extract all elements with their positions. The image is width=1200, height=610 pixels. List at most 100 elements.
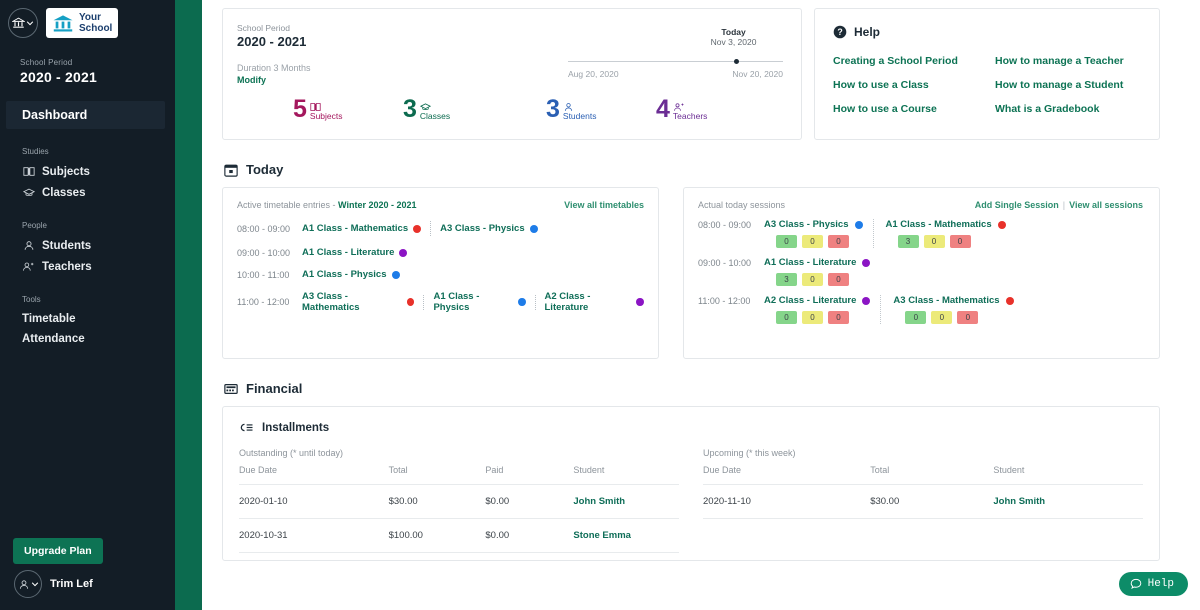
help-link[interactable]: What is a Gradebook — [995, 103, 1141, 115]
timetable-entry[interactable]: A1 Class - Physics — [433, 291, 525, 313]
help-link[interactable]: How to use a Class — [833, 79, 995, 91]
upgrade-plan-button[interactable]: Upgrade Plan — [13, 538, 103, 564]
outstanding-table: Due Date Total Paid Student 2020-01-10 $… — [239, 465, 679, 553]
timetable-entry-name[interactable]: A2 Class - Literature — [545, 291, 632, 313]
help-link[interactable]: How to manage a Student — [995, 79, 1141, 91]
accent-strip — [175, 0, 202, 610]
user-menu[interactable]: Trim Lef — [14, 570, 93, 598]
session-name[interactable]: A2 Class - Literature — [764, 295, 856, 306]
timetable-entry[interactable]: A3 Class - Mathematics — [302, 291, 414, 313]
session-name[interactable]: A1 Class - Literature — [764, 257, 856, 268]
session-row: 08:00 - 09:00 A3 Class - Physics 0 0 0 — [698, 219, 1143, 248]
timetable-row: 10:00 - 11:00 A1 Class - Physics — [237, 269, 644, 280]
subject-color-dot — [1006, 297, 1014, 305]
timetable-entry-name[interactable]: A1 Class - Literature — [302, 247, 394, 258]
timetable-entry-name[interactable]: A3 Class - Physics — [440, 223, 525, 234]
person-icon — [18, 579, 30, 590]
help-link[interactable]: How to use a Course — [833, 103, 995, 115]
cell-student[interactable]: John Smith — [573, 485, 679, 519]
cell-student[interactable]: Stone Emma — [573, 519, 679, 553]
stat-students[interactable]: 3 Students — [546, 97, 656, 121]
modify-period-link[interactable]: Modify — [237, 75, 783, 85]
avatar[interactable] — [14, 570, 42, 598]
session-group: A1 Class - Mathematics 3 0 0 — [886, 219, 1006, 248]
view-all-sessions-link[interactable]: View all sessions — [1069, 200, 1143, 210]
school-switcher-button[interactable] — [8, 8, 38, 38]
sidebar-item-timetable[interactable]: Timetable — [0, 309, 175, 329]
session-name[interactable]: A3 Class - Physics — [764, 219, 849, 230]
sidebar-item-label: Teachers — [42, 261, 92, 273]
session-name[interactable]: A1 Class - Mathematics — [886, 219, 992, 230]
chevron-down-icon — [31, 580, 39, 588]
table-header-row: Due Date Total Paid Student — [239, 465, 679, 485]
attendance-absent-badge[interactable]: 0 — [950, 235, 971, 248]
timetable-entry-name[interactable]: A1 Class - Mathematics — [302, 223, 408, 234]
attendance-late-badge[interactable]: 0 — [802, 273, 823, 286]
timetable-entry-name[interactable]: A3 Class - Mathematics — [302, 291, 402, 313]
user-name: Trim Lef — [50, 578, 93, 590]
add-single-session-link[interactable]: Add Single Session — [975, 200, 1059, 210]
timeline-start-date: Aug 20, 2020 — [568, 69, 619, 79]
attendance-present-badge[interactable]: 0 — [776, 311, 797, 324]
attendance-absent-badge[interactable]: 0 — [957, 311, 978, 324]
stat-label: Classes — [420, 111, 450, 121]
help-fab-button[interactable]: Help — [1119, 572, 1188, 596]
attendance-present-badge[interactable]: 3 — [776, 273, 797, 286]
book-icon — [310, 99, 343, 110]
timetable-card-label: Active timetable entries - Winter 2020 -… — [237, 200, 417, 210]
column-header-due-date: Due Date — [239, 465, 389, 485]
period-value: 2020 - 2021 — [237, 34, 783, 49]
sidebar-item-teachers[interactable]: Teachers — [0, 256, 175, 277]
attendance-absent-badge[interactable]: 0 — [828, 311, 849, 324]
sidebar-item-dashboard[interactable]: Dashboard — [6, 101, 165, 129]
timetable-entry-name[interactable]: A1 Class - Physics — [302, 269, 387, 280]
session-row: 11:00 - 12:00 A2 Class - Literature 0 0 … — [698, 295, 1143, 324]
sidebar-item-students[interactable]: Students — [0, 235, 175, 256]
chevron-down-icon — [26, 19, 34, 27]
attendance-present-badge[interactable]: 3 — [898, 235, 919, 248]
timetable-entry[interactable]: A1 Class - Physics — [302, 269, 400, 280]
school-logo[interactable]: Your School — [46, 8, 118, 38]
view-all-timetables-link[interactable]: View all timetables — [564, 200, 644, 210]
stat-classes[interactable]: 3 Classes — [403, 97, 546, 121]
timetable-label-prefix: Active timetable entries - — [237, 200, 338, 210]
attendance-present-badge[interactable]: 0 — [905, 311, 926, 324]
attendance-badges: 0 0 0 — [764, 235, 863, 248]
attendance-late-badge[interactable]: 0 — [931, 311, 952, 324]
attendance-late-badge[interactable]: 0 — [802, 311, 823, 324]
help-link[interactable]: How to manage a Teacher — [995, 55, 1141, 67]
stat-teachers[interactable]: 4 Teachers — [656, 97, 707, 121]
help-fab-label: Help — [1148, 578, 1174, 590]
timetable-row: 11:00 - 12:00 A3 Class - Mathematics A1 … — [237, 291, 644, 313]
cell-due-date: 2020-11-10 — [703, 485, 870, 519]
sidebar-item-attendance[interactable]: Attendance — [0, 329, 175, 349]
bank-columns-icon — [12, 17, 25, 29]
question-circle-icon: ? — [833, 25, 847, 39]
timetable-entry[interactable]: A2 Class - Literature — [545, 291, 645, 313]
sidebar-item-classes[interactable]: Classes — [0, 182, 175, 203]
stat-subjects[interactable]: 5 Subjects — [293, 97, 403, 121]
column-header-due-date: Due Date — [703, 465, 870, 485]
attendance-late-badge[interactable]: 0 — [802, 235, 823, 248]
timetable-entry[interactable]: A1 Class - Literature — [302, 247, 407, 258]
sidebar-item-subjects[interactable]: Subjects — [0, 161, 175, 182]
upcoming-table: Due Date Total Student 2020-11-10 $30.00… — [703, 465, 1143, 519]
cell-student[interactable]: John Smith — [993, 485, 1143, 519]
brand-row[interactable]: Your School — [0, 0, 175, 38]
attendance-absent-badge[interactable]: 0 — [828, 273, 849, 286]
cell-total: $30.00 — [389, 485, 486, 519]
timetable-entry-name[interactable]: A1 Class - Physics — [433, 291, 513, 313]
session-group: A2 Class - Literature 0 0 0 — [764, 295, 870, 324]
timetable-entry[interactable]: A3 Class - Physics — [440, 223, 538, 234]
sidebar-item-label: Classes — [42, 187, 85, 199]
attendance-absent-badge[interactable]: 0 — [828, 235, 849, 248]
attendance-present-badge[interactable]: 0 — [776, 235, 797, 248]
session-time: 08:00 - 09:00 — [698, 219, 764, 248]
table-row: 2020-11-10 $30.00 John Smith — [703, 485, 1143, 519]
help-link[interactable]: Creating a School Period — [833, 55, 995, 67]
attendance-late-badge[interactable]: 0 — [924, 235, 945, 248]
session-name[interactable]: A3 Class - Mathematics — [893, 295, 999, 306]
timetable-entry[interactable]: A1 Class - Mathematics — [302, 223, 421, 234]
stat-value: 3 — [403, 97, 417, 121]
logo-text-line1: Your — [79, 12, 112, 23]
